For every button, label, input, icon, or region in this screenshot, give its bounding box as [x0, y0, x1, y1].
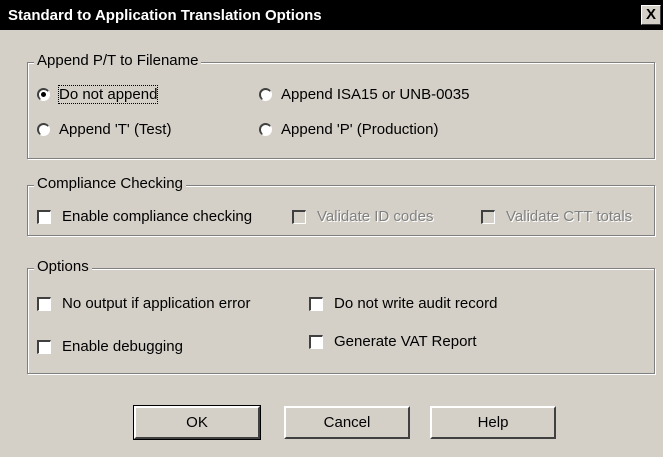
checkbox[interactable] — [37, 339, 51, 354]
dialog-window: Standard to Application Translation Opti… — [0, 0, 663, 457]
checkbox-label: No output if application error — [62, 295, 251, 312]
checkbox[interactable] — [37, 209, 51, 224]
radio-label: Append ISA15 or UNB-0035 — [281, 86, 470, 103]
dialog-title: Standard to Application Translation Opti… — [8, 7, 322, 24]
cancel-button[interactable]: Cancel — [284, 406, 410, 439]
checkbox-label: Validate ID codes — [317, 208, 434, 225]
checkbox[interactable] — [37, 296, 51, 311]
checkbox — [481, 209, 495, 224]
options-group: Options — [27, 258, 655, 374]
radio-append-test[interactable]: Append 'T' (Test) — [37, 121, 171, 138]
radio-button[interactable] — [259, 88, 272, 101]
title-bar: Standard to Application Translation Opti… — [0, 0, 663, 30]
checkbox-label: Enable debugging — [62, 338, 183, 355]
checkbox-validate-id-codes: Validate ID codes — [292, 208, 433, 225]
checkbox-label: Validate CTT totals — [506, 208, 633, 225]
checkbox[interactable] — [309, 334, 323, 349]
radio-label: Do not append — [57, 85, 159, 104]
checkbox-label: Enable compliance checking — [62, 208, 253, 225]
checkbox[interactable] — [309, 296, 323, 311]
checkbox-generate-vat-report[interactable]: Generate VAT Report — [309, 333, 477, 350]
checkbox-enable-debugging[interactable]: Enable debugging — [37, 338, 183, 355]
checkbox-label: Generate VAT Report — [334, 333, 477, 350]
close-button[interactable]: X — [641, 5, 661, 25]
ok-button[interactable]: OK — [134, 406, 260, 439]
options-legend: Options — [34, 258, 92, 275]
radio-selected-dot — [41, 92, 46, 97]
append-pt-group: Append P/T to Filename — [27, 52, 655, 159]
radio-do-not-append[interactable]: Do not append — [37, 85, 159, 104]
compliance-legend: Compliance Checking — [34, 175, 186, 192]
checkbox-enable-compliance[interactable]: Enable compliance checking — [37, 208, 252, 225]
checkbox-label: Do not write audit record — [334, 295, 498, 312]
checkbox-no-output-error[interactable]: No output if application error — [37, 295, 250, 312]
radio-button[interactable] — [37, 123, 50, 136]
radio-button[interactable] — [37, 88, 50, 101]
checkbox-no-audit-record[interactable]: Do not write audit record — [309, 295, 497, 312]
append-pt-legend: Append P/T to Filename — [34, 52, 202, 69]
help-button[interactable]: Help — [430, 406, 556, 439]
radio-append-isa15[interactable]: Append ISA15 or UNB-0035 — [259, 86, 469, 103]
radio-append-production[interactable]: Append 'P' (Production) — [259, 121, 439, 138]
close-icon: X — [645, 6, 656, 23]
radio-label: Append 'T' (Test) — [59, 121, 172, 138]
radio-button[interactable] — [259, 123, 272, 136]
checkbox — [292, 209, 306, 224]
radio-label: Append 'P' (Production) — [281, 121, 439, 138]
checkbox-validate-ctt-totals: Validate CTT totals — [481, 208, 632, 225]
